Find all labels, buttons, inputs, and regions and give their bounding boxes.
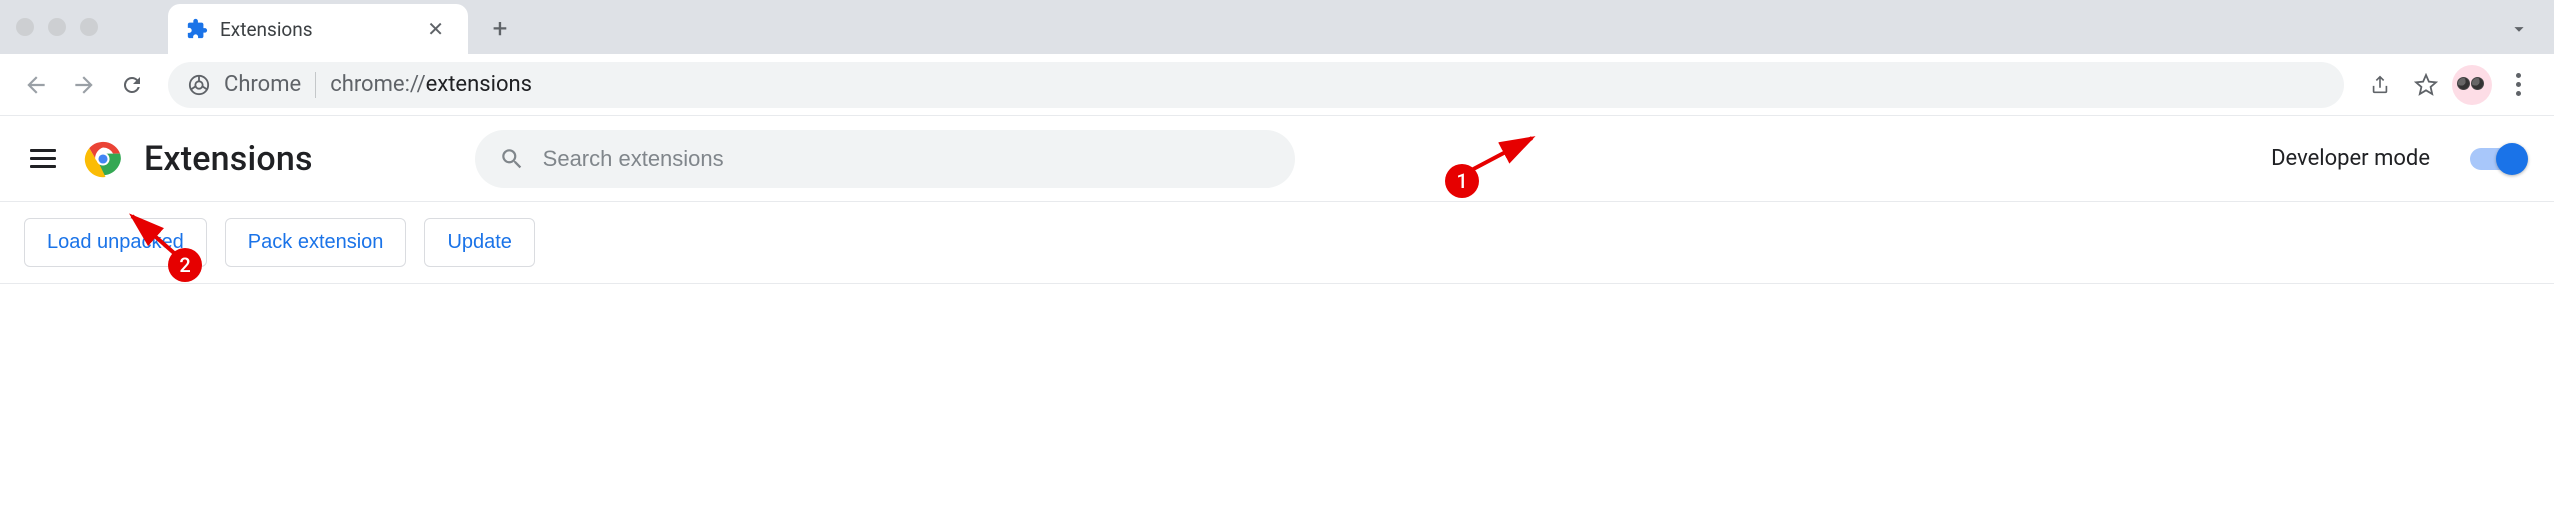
- address-bar[interactable]: Chrome chrome://extensions: [168, 62, 2344, 108]
- window-close-dot[interactable]: [16, 18, 34, 36]
- search-extensions-field[interactable]: [475, 130, 1295, 188]
- pack-extension-button[interactable]: Pack extension: [225, 218, 407, 267]
- toolbar-right: [2360, 65, 2538, 105]
- puzzle-piece-icon: [186, 18, 208, 40]
- browser-menu-icon[interactable]: [2498, 65, 2538, 105]
- developer-mode-label: Developer mode: [2271, 146, 2430, 171]
- omnibox-host: Chrome: [224, 72, 301, 97]
- close-tab-icon[interactable]: ✕: [421, 17, 450, 41]
- window-titlebar: Extensions ✕ +: [0, 0, 2554, 54]
- extensions-header: Extensions Developer mode: [0, 116, 2554, 202]
- search-icon: [499, 146, 525, 172]
- chrome-logo-icon: [84, 140, 122, 178]
- tab-strip: Extensions ✕ +: [168, 0, 522, 54]
- developer-actions-row: Load unpacked Pack extension Update: [0, 202, 2554, 284]
- window-controls: [16, 18, 98, 36]
- page-title: Extensions: [144, 139, 313, 179]
- tab-overflow-chevron-icon[interactable]: [2508, 18, 2530, 40]
- forward-button[interactable]: [64, 65, 104, 105]
- window-zoom-dot[interactable]: [80, 18, 98, 36]
- window-minimize-dot[interactable]: [48, 18, 66, 36]
- developer-mode-toggle[interactable]: [2470, 148, 2524, 170]
- back-button[interactable]: [16, 65, 56, 105]
- tab-extensions[interactable]: Extensions ✕: [168, 4, 468, 54]
- new-tab-button[interactable]: +: [478, 7, 522, 51]
- tab-title: Extensions: [220, 18, 409, 41]
- search-input[interactable]: [543, 146, 1271, 172]
- main-menu-icon[interactable]: [24, 143, 62, 174]
- update-button[interactable]: Update: [424, 218, 535, 267]
- bookmark-star-icon[interactable]: [2406, 65, 2446, 105]
- omnibox-separator: [315, 72, 316, 98]
- chrome-monochrome-icon: [188, 74, 210, 96]
- profile-avatar[interactable]: [2452, 65, 2492, 105]
- reload-button[interactable]: [112, 65, 152, 105]
- share-icon[interactable]: [2360, 65, 2400, 105]
- browser-toolbar: Chrome chrome://extensions: [0, 54, 2554, 116]
- load-unpacked-button[interactable]: Load unpacked: [24, 218, 207, 267]
- omnibox-path: chrome://extensions: [330, 72, 532, 97]
